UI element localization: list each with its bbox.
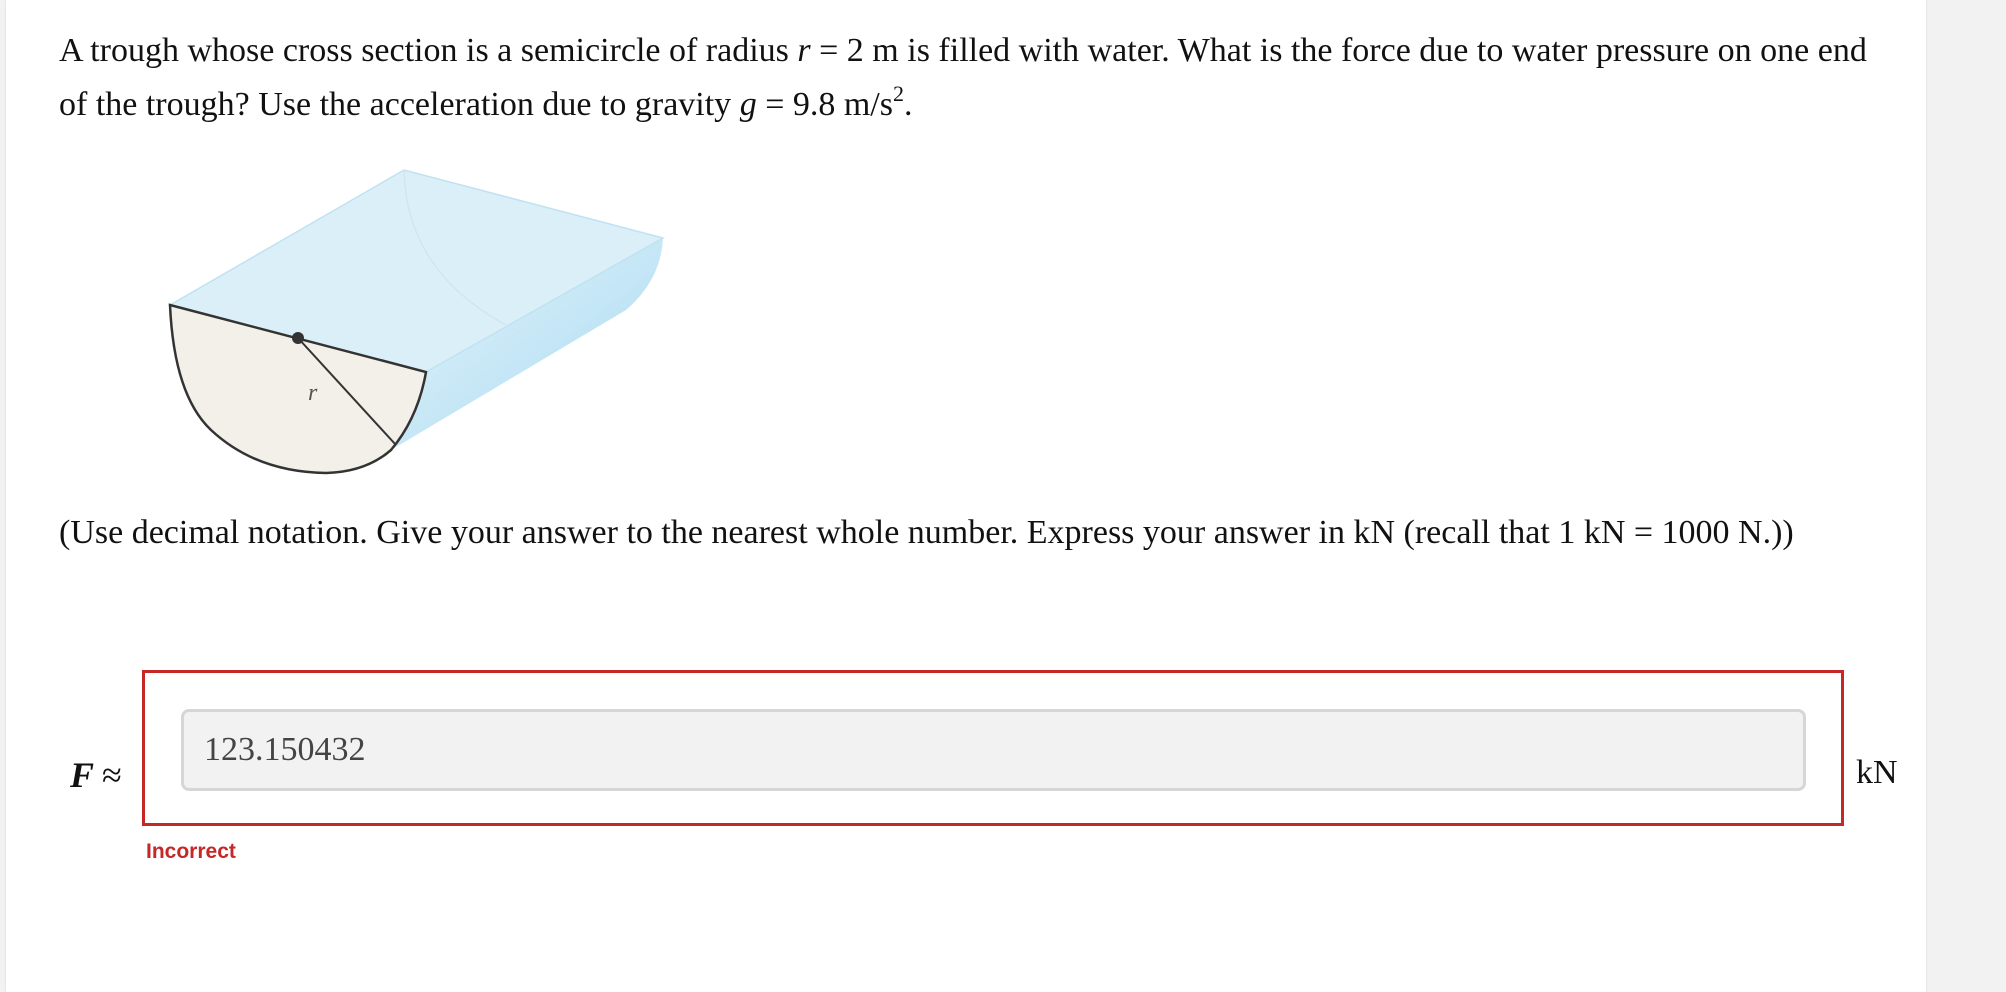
force-variable: F [70,755,95,795]
question-part1: A trough whose cross section is a semici… [59,32,789,69]
answer-label: F ≈ [70,754,122,796]
trough-figure: r [168,169,665,475]
answer-input[interactable] [181,709,1806,791]
question-eq2: = 9.8 m/s [756,86,893,123]
radius-label: r [308,380,318,406]
unit-label: kN [1856,754,1898,791]
approx-symbol: ≈ [102,755,122,795]
question-end: . [904,86,913,123]
gravity-variable: g [739,86,757,123]
exponent: 2 [893,80,904,106]
answer-row: F≈ kN Incorrect [6,670,1926,863]
radius-variable: r [797,32,811,69]
instructions: (Use decimal notation. Give your answer … [59,514,1794,551]
center-dot [292,332,304,344]
answer-input-error-frame [142,670,1844,826]
feedback-incorrect: Incorrect [146,840,236,863]
question-card: A trough whose cross section is a semici… [6,0,1926,992]
question-text: A trough whose cross section is a semici… [59,24,1899,132]
